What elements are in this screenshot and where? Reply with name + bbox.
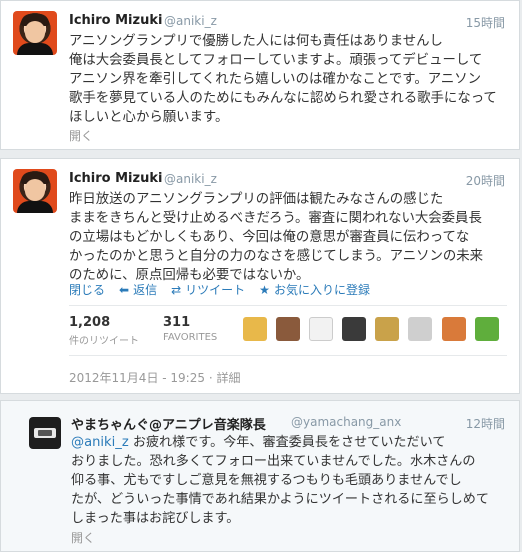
retweet-count-value: 1,208 bbox=[69, 315, 111, 330]
divider bbox=[69, 305, 507, 306]
reply-button[interactable]: ⬅ 返信 bbox=[119, 281, 157, 298]
divider bbox=[69, 355, 507, 356]
open-link[interactable]: 開く bbox=[71, 529, 95, 546]
author-handle[interactable]: @aniki_z bbox=[164, 172, 217, 186]
tweet-line: かったのかと思うと自分の力のなさを感じてしまう。アニソンの未来 bbox=[69, 249, 484, 264]
author-handle[interactable]: @aniki_z bbox=[164, 14, 217, 28]
tweet-line: 俺は大会委員長としてフォローしていますよ。頑張ってデビューして bbox=[69, 53, 483, 68]
favoriter-avatar[interactable] bbox=[342, 317, 367, 341]
favorite-count-label: FAVORITES bbox=[163, 332, 218, 343]
tweet-line: 昨日放送のアニソングランプリの評価は観たみなさんの感じた bbox=[69, 192, 444, 207]
detail-link[interactable]: 詳細 bbox=[216, 371, 240, 385]
author-name[interactable]: Ichiro Mizuki bbox=[69, 13, 162, 28]
favoriter-avatar[interactable] bbox=[441, 317, 466, 341]
tweet-text: アニソングランプリで優勝した人には何も責任はありませんし 俺は大会委員長としてフ… bbox=[69, 32, 497, 127]
tweet-text: @aniki_z お疲れ様です。今年、審査委員長をさせていただいて おりました。… bbox=[71, 433, 489, 528]
tweet-line: ままをきちんと受け止めるべきだろう。審査に関われない大会委員長 bbox=[69, 211, 482, 226]
tweet-line: 歌手を夢見ている人のためにもみんなに認められ愛される歌手になって bbox=[69, 91, 497, 106]
tweet-card-2[interactable]: Ichiro Mizuki @aniki_z 20時間 昨日放送のアニソングラン… bbox=[0, 158, 520, 394]
retweet-count-label: 件のリツイート bbox=[69, 336, 139, 347]
favoriter-avatar[interactable] bbox=[375, 317, 400, 341]
tweet-line: 仰る事、尤もですしご意見を無視するつもりも毛頭ありませんでし bbox=[71, 473, 462, 488]
timestamp-text[interactable]: 2012年11月4日 - 19:25 bbox=[69, 371, 205, 385]
avatar[interactable] bbox=[13, 169, 57, 213]
author-name[interactable]: Ichiro Mizuki bbox=[69, 171, 162, 186]
favorite-label: お気に入りに登録 bbox=[273, 283, 370, 297]
favoriter-avatar[interactable] bbox=[474, 317, 499, 341]
tweet-line: の立場はもどかしくもあり、今回は俺の意思が審査員に伝わってな bbox=[69, 230, 470, 245]
tweet-line: ほしいと心から願います。 bbox=[69, 110, 229, 125]
tweet-line: しまった事はお詫びします。 bbox=[71, 511, 240, 526]
retweet-label: リツイート bbox=[185, 283, 246, 297]
tweet-text: 昨日放送のアニソングランプリの評価は観たみなさんの感じた ままをきちんと受け止め… bbox=[69, 190, 483, 285]
retweet-count[interactable]: 1,208 件のリツイート bbox=[69, 315, 163, 347]
reply-label: 返信 bbox=[133, 283, 158, 297]
favoriter-avatars bbox=[243, 317, 503, 345]
tweet-line: アニソン界を牽引してくれたら嬉しいのは確かなことです。アニソン bbox=[69, 72, 482, 87]
favoriter-avatar[interactable] bbox=[408, 317, 433, 341]
tweet-time[interactable]: 15時間 bbox=[466, 14, 505, 31]
reply-card[interactable]: やまちゃんぐ@アニプレ音楽隊長 @yamachang_anx 12時間 @ani… bbox=[0, 400, 520, 552]
star-icon: ★ bbox=[259, 282, 270, 297]
mention-link[interactable]: @aniki_z bbox=[71, 435, 129, 450]
favoriter-avatar[interactable] bbox=[243, 317, 267, 341]
favorite-count-value: 311 bbox=[163, 315, 191, 330]
favoriter-avatar[interactable] bbox=[276, 317, 301, 341]
tweet-line: アニソングランプリで優勝した人には何も責任はありませんし bbox=[69, 34, 443, 49]
avatar[interactable] bbox=[13, 11, 57, 55]
avatar[interactable] bbox=[29, 417, 61, 449]
tweet-time[interactable]: 12時間 bbox=[466, 415, 505, 432]
reply-icon: ⬅ bbox=[119, 282, 130, 297]
close-link[interactable]: 閉じる bbox=[69, 281, 105, 298]
favorite-button[interactable]: ★ お気に入りに登録 bbox=[259, 281, 370, 298]
tweet-line: たが、どういった事情であれ結果かようにツイートされるに至らしめて bbox=[71, 492, 489, 507]
tweet-time[interactable]: 20時間 bbox=[466, 172, 505, 189]
open-link[interactable]: 開く bbox=[69, 127, 93, 144]
tweet-timestamp: 2012年11月4日 - 19:25 · 詳細 bbox=[69, 369, 240, 386]
author-handle[interactable]: @yamachang_anx bbox=[291, 415, 401, 429]
tweet-actions: 閉じる ⬅ 返信 ⇄ リツイート ★ お気に入りに登録 bbox=[69, 281, 370, 298]
tweet-card-1[interactable]: Ichiro Mizuki @aniki_z 15時間 アニソングランプリで優勝… bbox=[0, 0, 520, 150]
favoriter-avatar[interactable] bbox=[309, 317, 334, 341]
retweet-button[interactable]: ⇄ リツイート bbox=[171, 281, 245, 298]
tweet-stats: 1,208 件のリツイート 311 FAVORITES bbox=[69, 315, 503, 347]
tweet-line: お疲れ様です。今年、審査委員長をさせていただいて bbox=[128, 435, 446, 450]
retweet-icon: ⇄ bbox=[171, 282, 182, 297]
tweet-line: おりました。恐れ多くてフォロー出来ていませんでした。水木さんの bbox=[71, 454, 476, 469]
favorite-count[interactable]: 311 FAVORITES bbox=[163, 315, 243, 343]
author-name[interactable]: やまちゃんぐ@アニプレ音楽隊長 bbox=[71, 414, 266, 433]
